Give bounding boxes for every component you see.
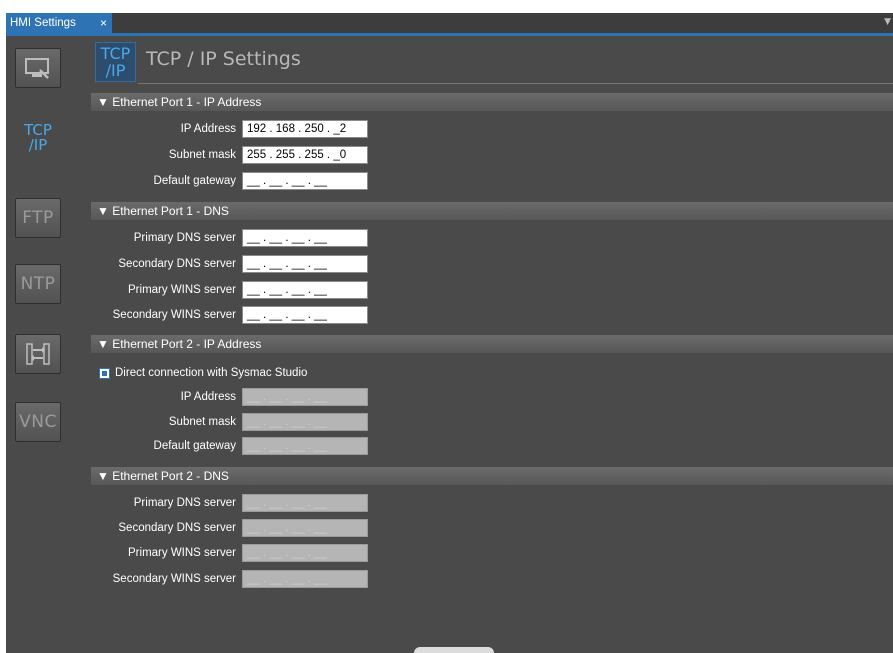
tab-underline <box>6 33 893 36</box>
field-label: Subnet mask <box>168 149 236 161</box>
port2-primary-dns-input: __ . __ . __ . __ <box>242 494 368 512</box>
port1-secondary-wins-input[interactable]: __ . __ . __ . __ <box>242 306 368 324</box>
field-label: Default gateway <box>153 175 236 187</box>
transfer-arrows-icon <box>26 343 50 365</box>
chevron-down-icon[interactable]: ▼ <box>884 17 891 27</box>
section-port1-dns[interactable]: ▼ Ethernet Port 1 - DNS <box>91 202 893 220</box>
page-title: TCP / IP Settings <box>146 48 301 70</box>
port1-ip-address-input[interactable]: 192 . 168 . 250 . _2 <box>242 120 368 138</box>
direct-connection-checkbox-row[interactable]: Direct connection with Sysmac Studio <box>99 366 307 380</box>
section-port2-dns[interactable]: ▼ Ethernet Port 2 - DNS <box>91 467 893 485</box>
port1-primary-wins-input[interactable]: __ . __ . __ . __ <box>242 281 368 299</box>
field-label: IP Address <box>180 391 236 403</box>
section-port2-ip[interactable]: ▼ Ethernet Port 2 - IP Address <box>91 335 893 353</box>
port2-ip-address-input: __ . __ . __ . __ <box>242 388 368 406</box>
tab-title: HMI Settings <box>10 17 76 29</box>
section-port1-ip[interactable]: ▼ Ethernet Port 1 - IP Address <box>91 93 893 111</box>
close-icon[interactable]: × <box>100 13 107 33</box>
port2-secondary-wins-input: __ . __ . __ . __ <box>242 570 368 588</box>
checkbox-label: Direct connection with Sysmac Studio <box>115 367 308 379</box>
bottom-panel-handle[interactable] <box>414 647 494 653</box>
field-label: Primary DNS server <box>133 232 236 244</box>
port2-primary-wins-input: __ . __ . __ . __ <box>242 544 368 562</box>
field-label: Primary WINS server <box>128 547 236 559</box>
tab-hmi-settings[interactable]: HMI Settings × <box>6 13 112 33</box>
header-divider <box>138 83 893 84</box>
field-label: Default gateway <box>153 440 236 452</box>
window-edge <box>0 36 6 653</box>
port2-subnet-mask-input: __ . __ . __ . __ <box>242 413 368 431</box>
field-label: Secondary WINS server <box>112 309 236 321</box>
port1-secondary-dns-input[interactable]: __ . __ . __ . __ <box>242 255 368 273</box>
port1-subnet-mask-input[interactable]: 255 . 255 . 255 . _0 <box>242 146 368 164</box>
field-label: Subnet mask <box>168 416 236 428</box>
ftp-icon: FTP <box>22 208 54 228</box>
field-label: Secondary DNS server <box>118 258 236 270</box>
nav-transfer-button[interactable] <box>15 334 61 374</box>
port2-default-gateway-input: __ . __ . __ . __ <box>242 437 368 455</box>
tab-strip-empty: ▼ <box>112 13 893 33</box>
field-label: Primary WINS server <box>128 284 236 296</box>
direct-connection-checkbox[interactable] <box>99 367 110 379</box>
field-label: Primary DNS server <box>133 497 236 509</box>
port2-secondary-dns-input: __ . __ . __ . __ <box>242 519 368 537</box>
tab-strip: HMI Settings × ▼ <box>0 0 893 36</box>
monitor-icon <box>25 58 49 79</box>
port1-default-gateway-input[interactable]: __ . __ . __ . __ <box>242 172 368 190</box>
field-label: IP Address <box>180 123 236 135</box>
field-label: Secondary DNS server <box>118 522 236 534</box>
field-label: Secondary WINS server <box>112 573 236 585</box>
tcpip-header-icon: TCP /IP <box>95 42 136 82</box>
nav-hmi-device-button[interactable] <box>15 48 61 88</box>
port1-primary-dns-input[interactable]: __ . __ . __ . __ <box>242 229 368 247</box>
